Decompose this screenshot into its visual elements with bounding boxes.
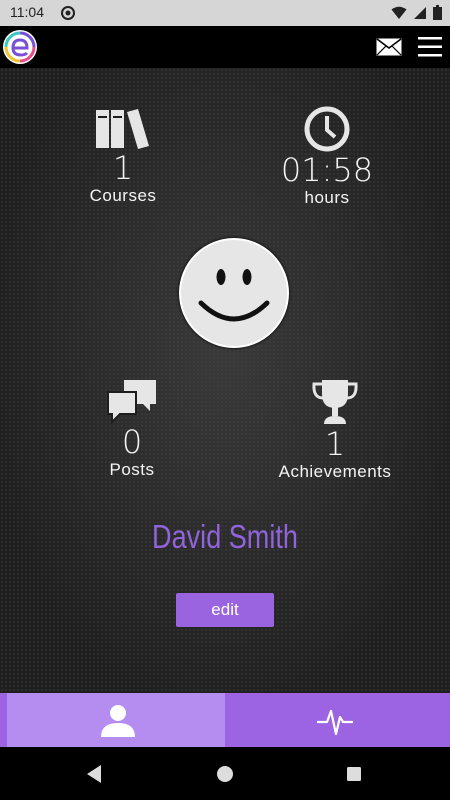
achievements-count: 1	[324, 425, 346, 463]
profile-name: David Smith	[152, 518, 298, 555]
achievements-label: Achievements	[278, 462, 392, 481]
posts-label: Posts	[109, 460, 155, 479]
clock-icon	[304, 106, 350, 152]
app-bar	[0, 26, 450, 68]
person-icon	[101, 705, 135, 737]
sync-icon	[61, 6, 75, 20]
chat-bubbles-icon	[107, 380, 156, 424]
status-bar: 11:04	[0, 0, 450, 26]
home-icon[interactable]	[195, 747, 255, 800]
recents-icon[interactable]	[324, 747, 384, 800]
stat-posts[interactable]: 0 Posts	[52, 378, 212, 480]
app-logo-icon[interactable]	[2, 29, 38, 65]
stat-achievements[interactable]: 1 Achievements	[255, 378, 415, 482]
hours-count: 01:58	[280, 151, 374, 189]
stat-hours[interactable]: 01:58 hours	[247, 106, 407, 208]
bottom-tab-bar	[0, 693, 450, 747]
hours-label: hours	[304, 188, 350, 207]
books-icon	[96, 109, 149, 149]
back-icon[interactable]	[64, 747, 124, 800]
courses-label: Courses	[89, 186, 157, 205]
courses-count: 1	[112, 149, 134, 187]
edit-button[interactable]: edit	[176, 593, 274, 627]
profile-content: 1 Courses 01:58 hours 0 Posts 1 Achievem…	[0, 68, 450, 693]
posts-count: 0	[121, 423, 143, 461]
mail-icon[interactable]	[376, 38, 402, 56]
signal-icon	[414, 6, 426, 19]
battery-icon	[433, 5, 442, 20]
system-nav-bar	[0, 747, 450, 800]
smiley-avatar-icon	[198, 269, 270, 322]
avatar[interactable]	[179, 238, 289, 348]
stat-courses[interactable]: 1 Courses	[43, 106, 203, 206]
trophy-icon	[312, 380, 358, 424]
tab-profile[interactable]	[7, 693, 225, 747]
menu-icon[interactable]	[418, 36, 442, 58]
status-icons	[391, 5, 442, 20]
wifi-icon	[391, 6, 407, 19]
tab-activity[interactable]	[225, 693, 450, 747]
heartbeat-icon	[317, 709, 353, 736]
status-time: 11:04	[10, 4, 44, 20]
